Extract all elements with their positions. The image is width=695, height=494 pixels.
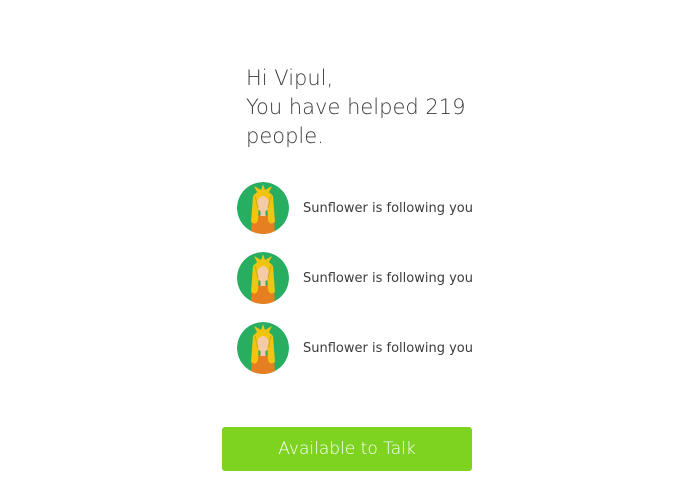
sunflower-avatar-icon[interactable] bbox=[237, 182, 289, 234]
greeting-heading: Hi Vipul, You have helped 219 people. bbox=[246, 64, 506, 151]
available-to-talk-button[interactable]: Available to Talk bbox=[222, 427, 472, 471]
help-summary-screen: Hi Vipul, You have helped 219 people. Su… bbox=[0, 0, 695, 494]
sunflower-avatar-icon[interactable] bbox=[237, 322, 289, 374]
greeting-line-name: Hi Vipul, bbox=[246, 66, 334, 90]
feed-item[interactable]: Sunflower is following you bbox=[237, 182, 497, 234]
feed-item[interactable]: Sunflower is following you bbox=[237, 252, 497, 304]
follower-feed: Sunflower is following you Sunflower is … bbox=[237, 182, 497, 392]
sunflower-avatar-icon[interactable] bbox=[237, 252, 289, 304]
greeting-line-helped-count: You have helped 219 bbox=[246, 95, 466, 119]
feed-item-text: Sunflower is following you bbox=[303, 270, 473, 286]
feed-item[interactable]: Sunflower is following you bbox=[237, 322, 497, 374]
feed-item-text: Sunflower is following you bbox=[303, 200, 473, 216]
greeting-line-people: people. bbox=[246, 124, 324, 148]
feed-item-text: Sunflower is following you bbox=[303, 340, 473, 356]
